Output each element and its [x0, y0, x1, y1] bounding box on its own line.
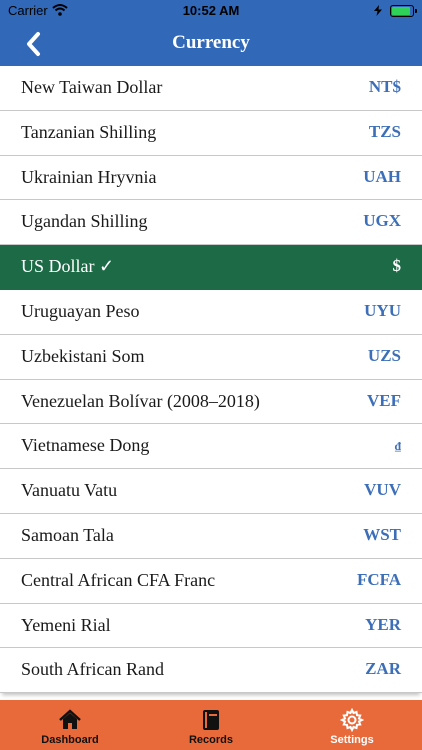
battery-icon	[390, 5, 417, 17]
currency-row[interactable]: Tanzanian Shilling TZS	[0, 110, 422, 156]
home-icon	[59, 709, 81, 729]
currency-row[interactable]: US Dollar ✓ $	[0, 245, 422, 290]
currency-code: WST	[363, 524, 401, 544]
status-time: 10:52 AM	[182, 3, 240, 18]
currency-name: South African Rand	[21, 659, 164, 680]
currency-list[interactable]: New Taiwan Dollar NT$ Tanzanian Shilling TZ…	[0, 66, 422, 700]
tab-records[interactable]: Records	[141, 700, 281, 750]
currency-row[interactable]: Uruguayan Peso UYU	[0, 289, 422, 335]
currency-code: ₫	[394, 439, 401, 454]
nav-bar: Currency	[0, 22, 422, 66]
currency-name: Vanuatu Vatu	[21, 480, 118, 501]
gear-icon	[340, 708, 364, 732]
currency-row[interactable]: New Taiwan Dollar NT$	[0, 66, 422, 111]
currency-code: FCFA	[356, 569, 401, 589]
currency-row[interactable]: Vietnamese Dong ₫	[0, 424, 422, 470]
currency-row[interactable]: Ugandan Shilling UGX	[0, 200, 422, 246]
currency-name: Venezuelan Bolívar (2008–2018)	[21, 390, 260, 411]
currency-name: New Taiwan Dollar	[21, 77, 163, 97]
currency-code: YER	[365, 614, 401, 634]
currency-code: ZAR	[365, 659, 401, 679]
tab-dashboard[interactable]: Dashboard	[0, 700, 140, 750]
currency-name: Uzbekistani Som	[21, 345, 145, 366]
currency-name: Yemeni Rial	[21, 614, 111, 635]
currency-row[interactable]: Venezuelan Bolívar (2008–2018) VEF	[0, 379, 422, 425]
currency-name: Central African CFA Franc	[21, 569, 216, 590]
currency-name: Tanzanian Shilling	[21, 121, 157, 142]
tab-label: Settings	[330, 734, 374, 746]
currency-row[interactable]: Samoan Tala WST	[0, 513, 422, 559]
currency-code: VUV	[364, 480, 401, 500]
tab-label: Dashboard	[41, 734, 99, 746]
tab-bar: Dashboard Records Settings	[0, 700, 422, 750]
currency-code: UYU	[364, 300, 401, 320]
currency-row[interactable]: Vanuatu Vatu VUV	[0, 469, 422, 514]
tab-settings[interactable]: Settings	[282, 700, 422, 750]
currency-code: $	[392, 256, 402, 276]
currency-name: Uruguayan Peso	[21, 300, 140, 321]
book-icon	[203, 710, 219, 730]
currency-code: UAH	[363, 166, 401, 186]
currency-code: UGX	[363, 211, 401, 231]
tab-label: Records	[188, 734, 234, 746]
currency-name: Samoan Tala	[21, 524, 114, 545]
currency-code: VEF	[367, 390, 401, 410]
currency-code: UZS	[367, 345, 401, 365]
currency-row[interactable]: Central African CFA Franc FCFA	[0, 558, 422, 604]
currency-row[interactable]: South African Rand ZAR	[0, 648, 422, 694]
currency-row[interactable]: Yemeni Rial YER	[0, 603, 422, 649]
currency-row[interactable]: Ukrainian Hryvnia UAH	[0, 155, 422, 201]
status-bar: Carrier 10:52 AM	[0, 0, 422, 22]
charging-icon	[374, 5, 382, 16]
currency-code: NT$	[368, 77, 401, 96]
currency-name: Vietnamese Dong	[21, 435, 150, 456]
currency-row[interactable]: Uzbekistani Som UZS	[0, 334, 422, 380]
page-title: Currency	[172, 32, 250, 53]
currency-name: Ukrainian Hryvnia	[21, 166, 157, 187]
currency-name: US Dollar ✓	[21, 256, 115, 277]
currency-code: TZS	[368, 121, 401, 141]
currency-name: Ugandan Shilling	[21, 211, 148, 232]
